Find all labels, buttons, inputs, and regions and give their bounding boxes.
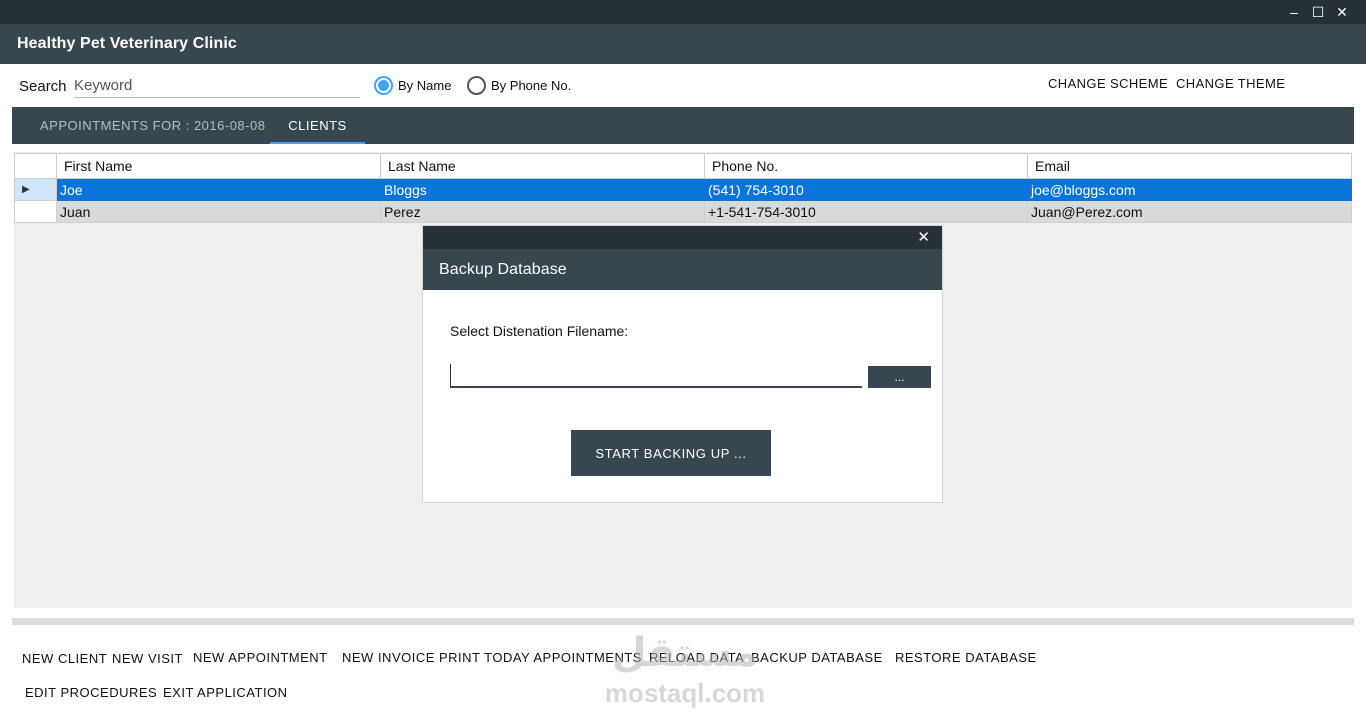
tab-bar: APPOINTMENTS FOR : 2016-08-08 CLIENTS	[12, 107, 1354, 144]
dialog-header: Backup Database	[423, 249, 942, 290]
new-appointment-button[interactable]: NEW APPOINTMENT	[193, 650, 328, 665]
table-header-row: First Name Last Name Phone No. Email	[14, 153, 1352, 179]
dialog-close-icon[interactable]: ✕	[917, 228, 930, 246]
change-scheme-button[interactable]: CHANGE SCHEME	[1048, 76, 1168, 91]
close-icon[interactable]: ✕	[1330, 2, 1354, 22]
new-visit-button[interactable]: NEW VISIT	[112, 651, 183, 666]
dialog-titlebar: ✕	[423, 226, 942, 249]
column-header-email[interactable]: Email	[1027, 153, 1352, 179]
start-backup-button[interactable]: START BACKING UP ...	[571, 430, 771, 476]
backup-database-button[interactable]: BACKUP DATABASE	[751, 650, 883, 665]
minimize-icon[interactable]: –	[1282, 2, 1306, 22]
search-label: Search	[19, 78, 67, 95]
new-client-button[interactable]: NEW CLIENT	[22, 651, 107, 666]
cell-first-name[interactable]: Juan	[56, 200, 381, 223]
edit-procedures-button[interactable]: EDIT PROCEDURES	[25, 685, 157, 700]
column-header-first-name[interactable]: First Name	[56, 153, 381, 179]
table-row[interactable]: Juan Perez +1-541-754-3010 Juan@Perez.co…	[14, 200, 1352, 223]
radio-by-phone-label: By Phone No.	[491, 78, 572, 93]
cell-last-name[interactable]: Perez	[380, 200, 705, 223]
tab-appointments[interactable]: APPOINTMENTS FOR : 2016-08-08	[40, 107, 265, 144]
row-header-corner	[14, 153, 57, 179]
dialog-title: Backup Database	[439, 261, 567, 278]
row-pointer-icon[interactable]: ▶	[14, 178, 57, 201]
cell-phone[interactable]: (541) 754-3010	[704, 178, 1028, 201]
change-theme-button[interactable]: CHANGE THEME	[1176, 76, 1285, 91]
radio-unchecked-icon	[467, 76, 486, 95]
cell-email[interactable]: Juan@Perez.com	[1027, 200, 1352, 223]
action-bar: NEW CLIENT NEW VISIT NEW APPOINTMENT NEW…	[0, 625, 1366, 728]
destination-filename-label: Select Distenation Filename:	[450, 323, 629, 339]
reload-data-button[interactable]: RELOAD DATA	[649, 650, 744, 665]
radio-by-phone[interactable]: By Phone No.	[467, 76, 571, 95]
cell-email[interactable]: joe@bloggs.com	[1027, 178, 1352, 201]
column-header-phone[interactable]: Phone No.	[704, 153, 1028, 179]
radio-checked-icon	[374, 76, 393, 95]
cell-last-name[interactable]: Bloggs	[380, 178, 705, 201]
maximize-icon[interactable]: ☐	[1306, 2, 1330, 22]
app-title: Healthy Pet Veterinary Clinic	[17, 35, 237, 52]
backup-database-dialog: ✕ Backup Database Select Distenation Fil…	[422, 225, 943, 503]
exit-application-button[interactable]: EXIT APPLICATION	[163, 685, 288, 700]
browse-button[interactable]: ...	[868, 366, 931, 388]
clients-table: First Name Last Name Phone No. Email ▶ J…	[14, 153, 1352, 223]
radio-by-name[interactable]: By Name	[374, 76, 451, 95]
restore-database-button[interactable]: RESTORE DATABASE	[895, 650, 1037, 665]
actions-divider	[12, 618, 1354, 625]
window-titlebar: – ☐ ✕	[0, 0, 1366, 24]
destination-filename-input[interactable]	[450, 364, 862, 388]
new-invoice-button[interactable]: NEW INVOICE	[342, 650, 435, 665]
cell-phone[interactable]: +1-541-754-3010	[704, 200, 1028, 223]
radio-by-name-label: By Name	[398, 78, 452, 93]
app-header: Healthy Pet Veterinary Clinic	[0, 24, 1366, 64]
tab-clients[interactable]: CLIENTS	[270, 107, 365, 144]
column-header-last-name[interactable]: Last Name	[380, 153, 705, 179]
cell-first-name[interactable]: Joe	[56, 178, 381, 201]
table-row[interactable]: ▶ Joe Bloggs (541) 754-3010 joe@bloggs.c…	[14, 178, 1352, 201]
search-input[interactable]	[74, 74, 360, 98]
row-header-cell[interactable]	[14, 200, 57, 223]
window-controls: – ☐ ✕	[1282, 2, 1354, 22]
print-today-appointments-button[interactable]: PRINT TODAY APPOINTMENTS	[439, 650, 642, 665]
